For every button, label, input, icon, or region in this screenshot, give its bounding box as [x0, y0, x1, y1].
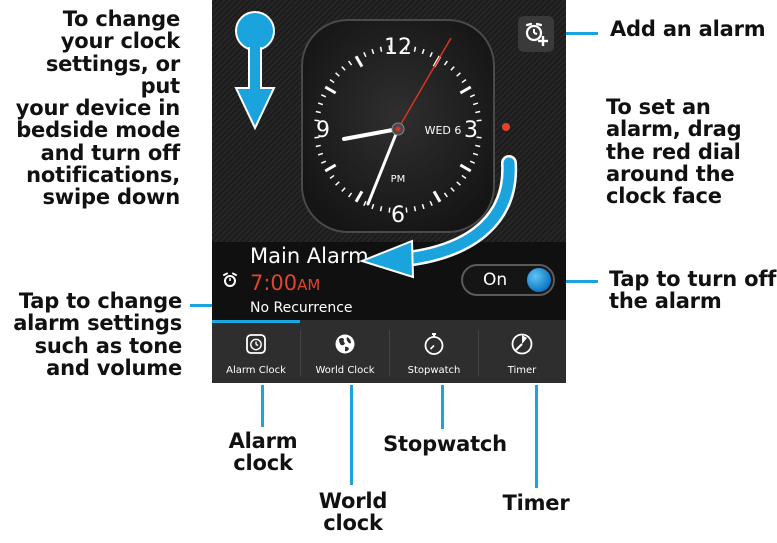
tab-alarm-clock[interactable]: Alarm Clock	[212, 323, 300, 383]
callout-line: around the	[606, 161, 735, 186]
numeral-12: 12	[384, 35, 412, 60]
callout-line: the alarm	[609, 289, 722, 314]
tab-label: Timer	[507, 365, 537, 376]
tab-label: Alarm Clock	[226, 365, 286, 376]
set-alarm-callout: To set an alarm, drag the red dial aroun…	[606, 95, 742, 208]
minute-tick	[413, 46, 417, 52]
minute-tick	[379, 46, 383, 52]
callout-line: World	[318, 489, 388, 513]
alarm-toggle-label: On	[483, 270, 508, 290]
callout-line: swipe down	[42, 185, 181, 209]
clock-hub-center	[395, 126, 401, 132]
alarm-settings-callout: Tap to change alarm settings such as ton…	[0, 290, 182, 379]
alarm-name[interactable]: Main Alarm	[250, 244, 369, 268]
globe-icon	[335, 334, 355, 354]
callout-line: your device in	[15, 96, 180, 120]
alarm-time-value: 7:00	[250, 271, 298, 295]
callout-line: bedside mode	[16, 118, 180, 143]
callout-line: alarm, drag	[606, 117, 742, 142]
tab-world-clock[interactable]: World Clock	[301, 323, 389, 383]
swipe-down-arrow	[234, 11, 276, 131]
alarm-bell-icon	[223, 272, 237, 287]
timer-leader	[535, 385, 538, 488]
turn-off-callout: Tap to turn off the alarm	[609, 268, 776, 313]
alarm-toggle-knob[interactable]	[527, 268, 551, 292]
alarm-dial-handle[interactable]	[502, 123, 510, 131]
callout-line: Tap to turn off	[609, 267, 777, 291]
callout-line: the red dial	[606, 139, 741, 164]
minute-tick	[315, 144, 321, 148]
date-label: WED 6	[425, 124, 462, 137]
analog-clock-face[interactable]: 12 3 6 9 WED 6 PM	[299, 14, 497, 238]
callout-line: alarm settings	[13, 311, 182, 336]
minute-tick	[475, 110, 481, 114]
tab-timer[interactable]: Timer	[478, 323, 566, 383]
minute-tick	[475, 144, 481, 148]
callout-line: your clock	[60, 29, 180, 54]
alarm-toggle[interactable]: On	[461, 264, 555, 296]
callout-line: clock face	[606, 184, 722, 208]
tab-stopwatch[interactable]: Stopwatch	[390, 323, 478, 383]
callout-line: settings, or put	[45, 51, 180, 98]
minute-tick	[405, 207, 408, 213]
numeral-6: 6	[391, 203, 405, 228]
callout-line: To change	[62, 7, 180, 31]
tab-label: Stopwatch	[407, 365, 461, 376]
callout-line: Tap to change	[18, 289, 182, 313]
callout-line: notifications,	[26, 162, 180, 187]
callout-line: clock	[233, 451, 293, 476]
alarm-time[interactable]: 7:00AM	[250, 271, 320, 295]
alarm-ampm: AM	[297, 276, 321, 294]
add-alarm-callout: Add an alarm	[610, 17, 766, 41]
swipe-down-callout: To change your clock settings, or put yo…	[0, 7, 181, 209]
callout-line: Alarm	[228, 429, 298, 453]
add-alarm-button[interactable]	[518, 16, 554, 52]
alarm-settings-leader	[190, 304, 214, 307]
minute-tick	[388, 207, 391, 213]
timer-callout: Timer	[502, 491, 570, 515]
stopwatch-leader	[441, 385, 444, 429]
minute-tick	[413, 206, 417, 212]
callout-line: and volume	[46, 355, 182, 380]
numeral-3: 3	[464, 118, 478, 143]
alarm-details-panel[interactable]: Main Alarm 7:00AM No Recurrence On	[212, 242, 566, 320]
callout-line: and turn off	[40, 140, 181, 165]
add-alarm-leader	[566, 32, 598, 35]
stopwatch-icon	[424, 333, 444, 355]
phone-screen: 12 3 6 9 WED 6 PM Main Alarm 7:00AM No R…	[212, 0, 566, 383]
turn-off-leader	[566, 280, 598, 283]
add-alarm-icon	[525, 22, 548, 46]
world-clock-callout: World clock	[308, 490, 398, 535]
callout-line: clock	[323, 511, 383, 536]
callout-line: such as tone	[34, 333, 183, 358]
alarm-clock-icon	[246, 334, 266, 354]
stopwatch-callout: Stopwatch	[383, 432, 507, 456]
bottom-tab-bar: Alarm Clock World Clock Stopwatch Timer	[212, 320, 566, 383]
alarm-clock-callout: Alarm clock	[218, 430, 308, 475]
numeral-9: 9	[316, 118, 330, 143]
minute-tick	[315, 110, 321, 114]
minute-tick	[379, 206, 383, 212]
period-label: PM	[391, 174, 406, 185]
alarm-clock-leader	[261, 385, 264, 427]
timer-icon	[511, 333, 533, 355]
callout-line: To set an	[606, 95, 711, 119]
tab-label: World Clock	[315, 365, 375, 376]
world-clock-leader	[350, 385, 353, 485]
alarm-recurrence[interactable]: No Recurrence	[250, 300, 353, 316]
